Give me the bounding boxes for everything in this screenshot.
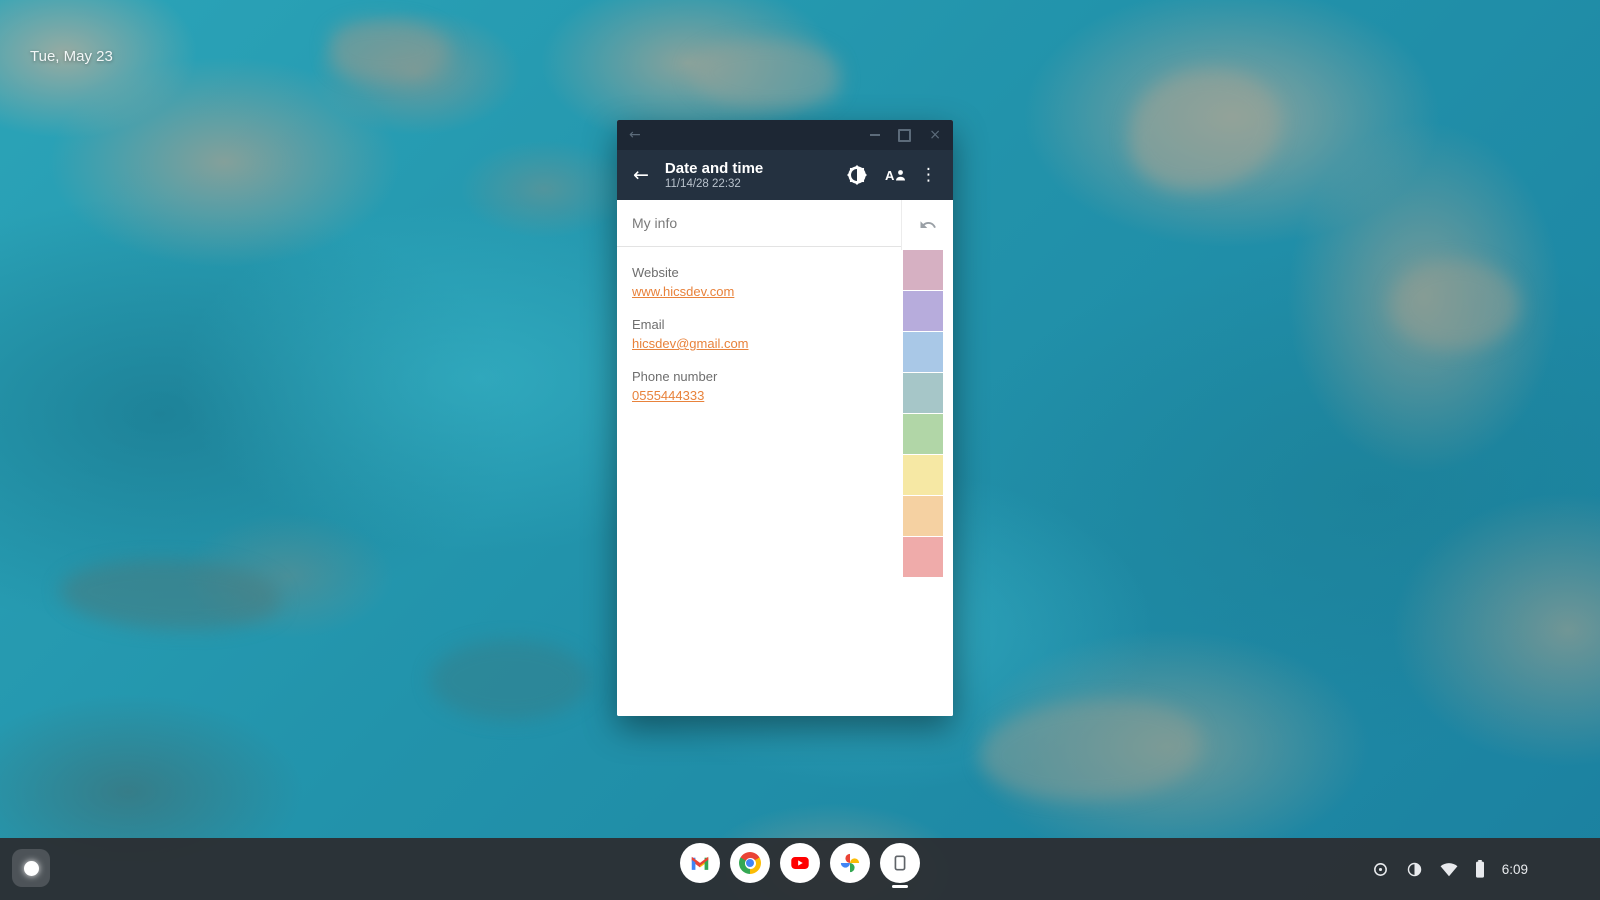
color-swatch[interactable]	[903, 291, 943, 331]
clock: 6:09	[1501, 861, 1528, 877]
active-app-indicator	[892, 885, 908, 888]
notes-icon	[894, 855, 906, 871]
color-swatch[interactable]	[903, 537, 943, 577]
desktop-date: Tue, May 23	[30, 48, 113, 65]
contrast-icon	[1407, 862, 1421, 876]
note-entry-label: Website	[632, 265, 679, 280]
note-content: My info Website www.hicsdev.com Email hi…	[617, 200, 953, 716]
maximize-icon[interactable]	[898, 128, 912, 142]
youtube-app-button[interactable]	[780, 843, 820, 883]
toolbar-actions: A ⋮	[844, 162, 937, 188]
note-main-column: My info Website www.hicsdev.com Email hi…	[617, 200, 901, 716]
dial-icon	[1373, 862, 1387, 876]
chrome-app-button[interactable]	[730, 843, 770, 883]
note-entry: Website www.hicsdev.com	[632, 263, 886, 301]
gmail-icon	[691, 856, 709, 870]
app-window: ← × ← Date and time 11/14/28 22:32 A ⋮ M…	[617, 120, 953, 716]
battery-icon	[1475, 860, 1484, 878]
google-photos-app-button[interactable]	[830, 843, 870, 883]
reef-patch	[980, 700, 1200, 800]
window-controls: ×	[870, 128, 941, 142]
note-entry-label: Phone number	[632, 369, 718, 384]
close-icon[interactable]: ×	[929, 128, 941, 142]
app-title-block: Date and time 11/14/28 22:32	[665, 160, 763, 191]
launcher-icon	[23, 860, 39, 876]
reef-patch	[430, 640, 590, 720]
window-caption-bar[interactable]: ← ×	[617, 120, 953, 150]
youtube-icon	[791, 857, 809, 869]
chrome-icon	[739, 852, 761, 874]
app-toolbar: ← Date and time 11/14/28 22:32 A ⋮	[617, 150, 953, 200]
note-title-input[interactable]: My info	[617, 200, 901, 247]
color-swatch[interactable]	[903, 496, 943, 536]
color-rail	[901, 200, 953, 716]
color-swatch[interactable]	[903, 455, 943, 495]
notes-app-button[interactable]	[880, 843, 920, 888]
display-contrast-icon[interactable]	[844, 162, 870, 188]
color-swatch[interactable]	[903, 332, 943, 372]
reef-patch	[690, 40, 840, 110]
gmail-app-button[interactable]	[680, 843, 720, 883]
website-link[interactable]: www.hicsdev.com	[632, 282, 734, 301]
overflow-menu-icon[interactable]: ⋮	[920, 166, 937, 184]
note-entry: Phone number 0555444333	[632, 367, 886, 405]
color-swatch[interactable]	[903, 373, 943, 413]
back-arrow-icon[interactable]: ←	[633, 165, 649, 185]
note-body-editor[interactable]: Website www.hicsdev.com Email hicsdev@gm…	[617, 247, 901, 716]
window-back-icon[interactable]: ←	[629, 128, 641, 142]
undo-icon	[920, 221, 936, 228]
email-link[interactable]: hicsdev@gmail.com	[632, 334, 749, 353]
wifi-icon	[1440, 863, 1458, 877]
reef-patch	[1130, 70, 1280, 190]
reef-patch	[330, 20, 450, 80]
google-photos-icon	[840, 853, 860, 873]
note-entry: Email hicsdev@gmail.com	[632, 315, 886, 353]
text-size-icon[interactable]: A	[883, 164, 907, 186]
svg-text:A: A	[885, 168, 895, 183]
shelf-apps	[680, 843, 920, 888]
note-color-palette	[901, 250, 953, 578]
reef-patch	[1390, 260, 1520, 350]
system-tray[interactable]: 6:09	[1372, 838, 1528, 900]
phone-link[interactable]: 0555444333	[632, 386, 704, 405]
shelf: 6:09	[0, 838, 1600, 900]
note-entry-label: Email	[632, 317, 665, 332]
undo-button[interactable]	[901, 200, 953, 250]
reef-patch	[60, 560, 280, 630]
color-swatch[interactable]	[903, 414, 943, 454]
color-swatch[interactable]	[903, 250, 943, 290]
note-datetime: 11/14/28 22:32	[664, 177, 741, 190]
minimize-icon[interactable]	[870, 134, 881, 136]
launcher-button[interactable]	[12, 849, 50, 887]
app-title: Date and time	[664, 159, 764, 177]
